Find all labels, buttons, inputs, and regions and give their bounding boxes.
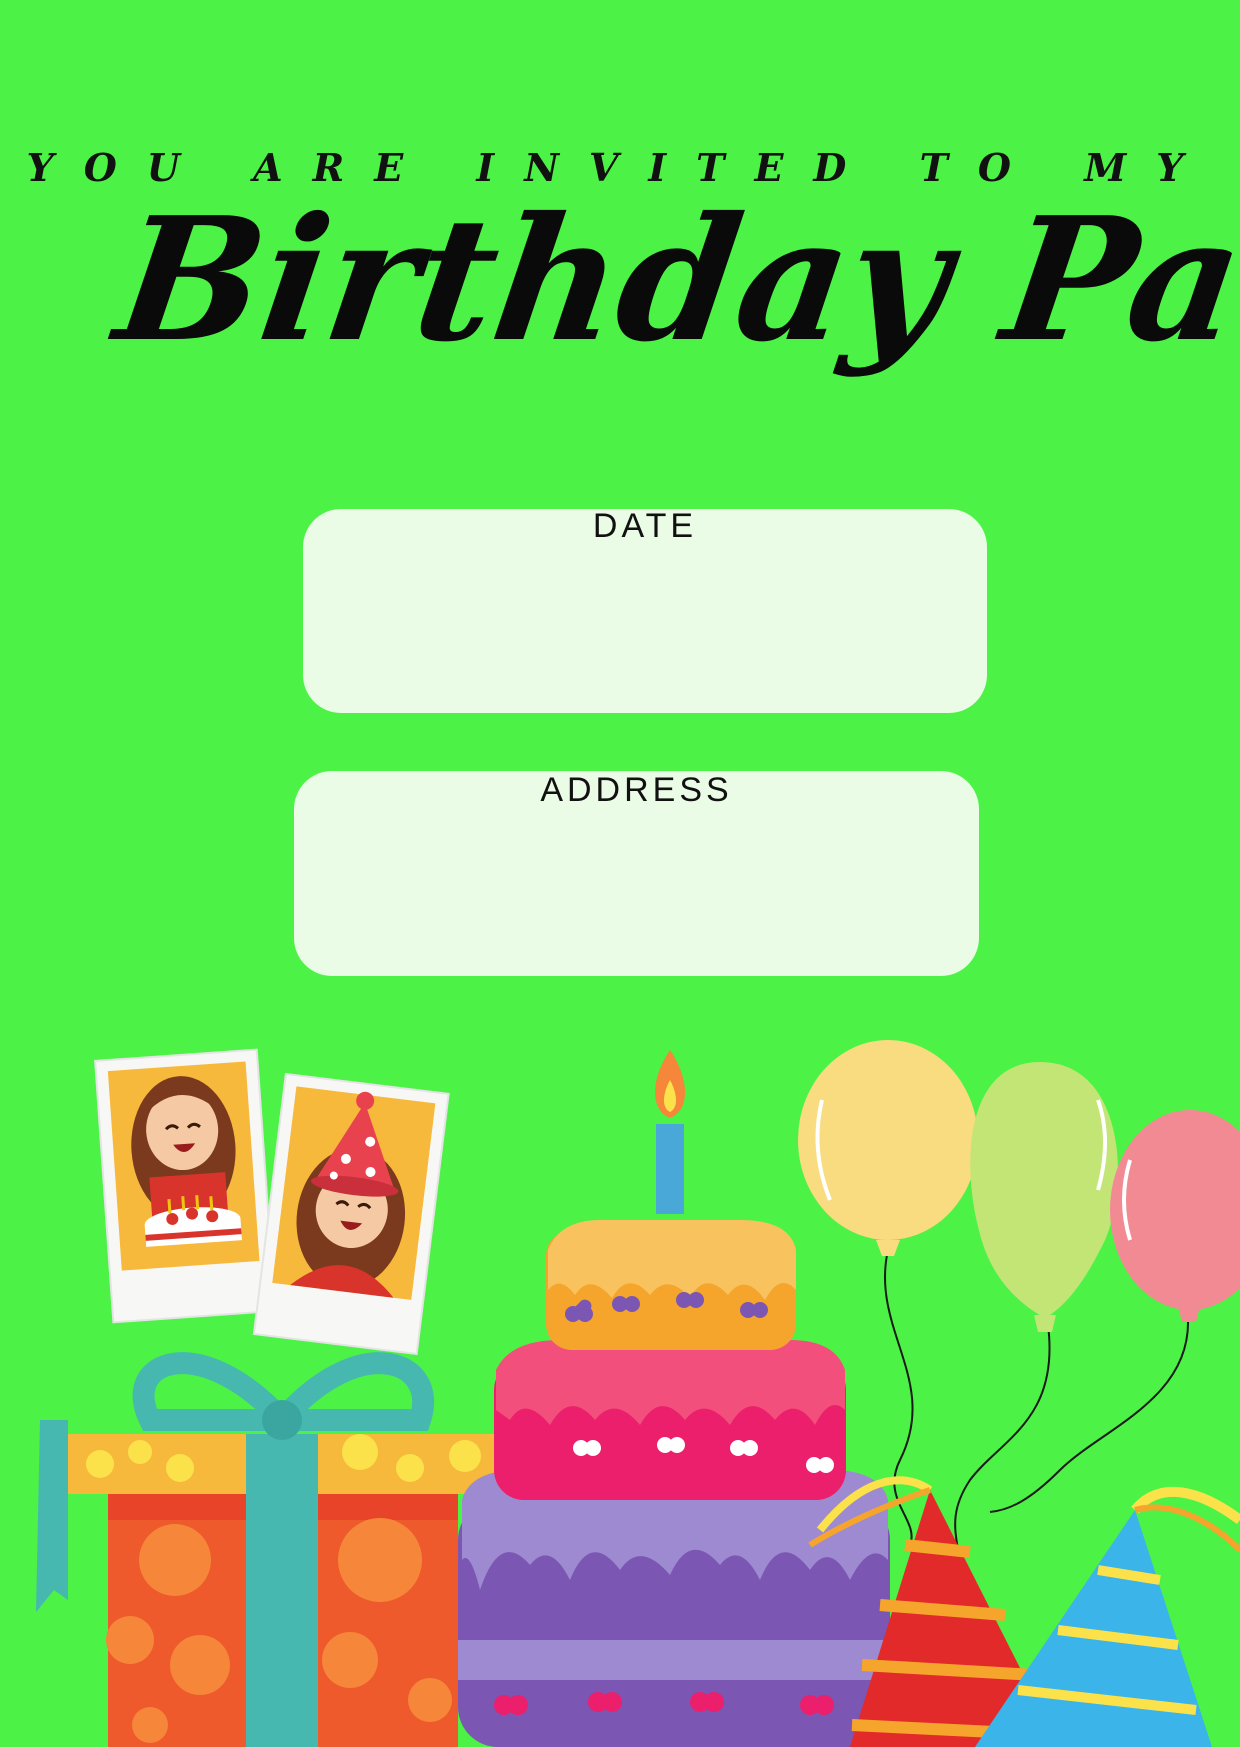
gift-box-icon: [36, 1352, 528, 1747]
blue-party-hat-icon: [975, 1486, 1240, 1747]
decorations: [36, 1040, 1240, 1747]
photo-girl-with-party-hat: [252, 1072, 450, 1356]
green-balloon-icon: [954, 1062, 1118, 1551]
invitation-page: You are invited to my Birthday Party! DA…: [0, 0, 1240, 1747]
photo-girl-with-cake: [94, 1048, 277, 1324]
